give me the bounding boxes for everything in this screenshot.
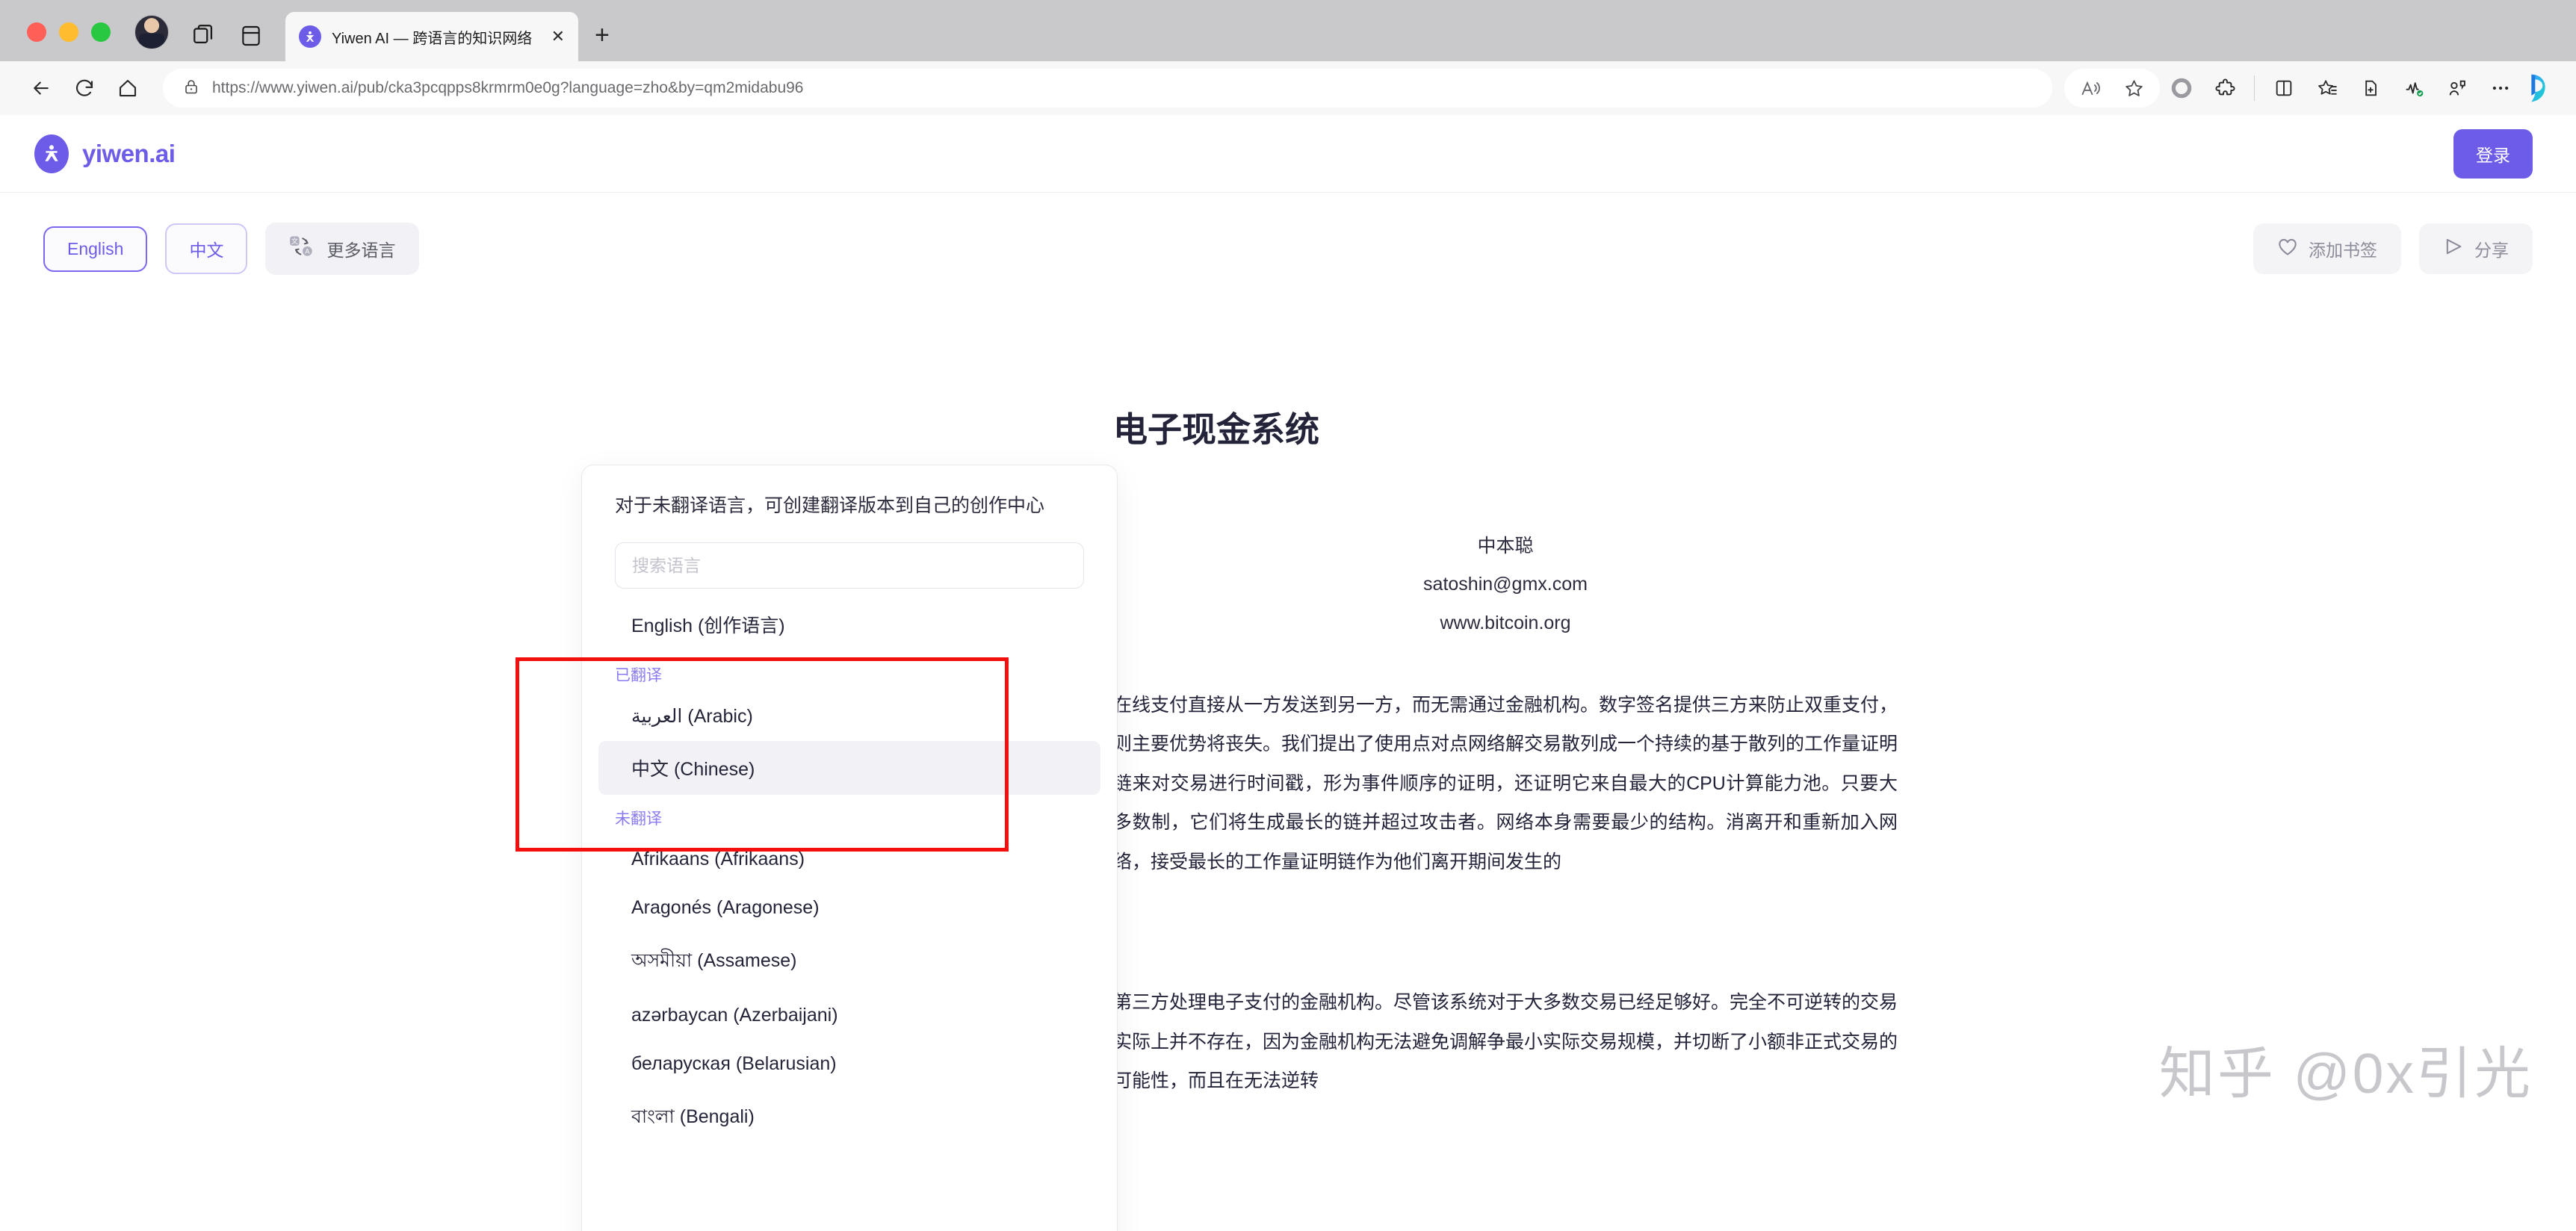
split-screen-icon[interactable]	[239, 24, 263, 48]
share-button[interactable]: 分享	[2419, 223, 2533, 274]
language-search-field[interactable]	[615, 542, 1084, 589]
browser-tab[interactable]: Yiwen AI — 跨语言的知识网络 ✕	[285, 12, 578, 61]
profile-account-icon[interactable]	[2436, 66, 2479, 110]
login-button[interactable]: 登录	[2453, 128, 2533, 179]
tab-strip: Yiwen AI — 跨语言的知识网络 ✕ +	[0, 0, 2576, 61]
extensions-icon[interactable]	[2203, 66, 2247, 110]
page-actions: 添加书签 分享	[2253, 223, 2533, 274]
language-list: English (创作语言) 已翻译 العربية (Arabic) 中文 (…	[582, 598, 1117, 1147]
collections-star-icon[interactable]	[2306, 66, 2349, 110]
bing-copilot-icon[interactable]	[2522, 70, 2558, 106]
close-icon[interactable]: ✕	[551, 28, 565, 45]
svg-text:A: A	[306, 248, 311, 255]
brand-logo[interactable]: yiwen.ai	[34, 134, 176, 173]
home-icon[interactable]	[106, 66, 149, 110]
language-dropdown-panel: 对于未翻译语言，可创建翻译版本到自己的创作中心 English (创作语言) 已…	[581, 465, 1118, 1231]
reload-icon[interactable]	[63, 66, 106, 110]
watermark: 知乎 @0x引光	[2158, 1042, 2533, 1105]
article-website: www.bitcoin.org	[1440, 612, 1571, 633]
back-icon[interactable]	[19, 66, 63, 110]
close-window-button[interactable]	[27, 22, 46, 42]
browser-window: Yiwen AI — 跨语言的知识网络 ✕ + https://www.yiwe…	[0, 0, 2576, 1231]
dropdown-note: 对于未翻译语言，可创建翻译版本到自己的创作中心	[615, 495, 1045, 516]
heart-icon	[2277, 237, 2298, 261]
lock-icon	[182, 78, 200, 99]
site-header: yiwen.ai 登录	[0, 115, 2576, 193]
browser-essentials-icon[interactable]	[2392, 66, 2436, 110]
address-bar[interactable]: https://www.yiwen.ai/pub/cka3pcqpps8krmr…	[163, 69, 2052, 108]
add-bookmark-label: 添加书签	[2309, 241, 2377, 260]
article: 电子现金系统 中本聪 satoshin@gmx.com www.bitcoin.…	[1113, 362, 1898, 1131]
search-input[interactable]	[632, 555, 1067, 576]
more-languages-label: 更多语言	[326, 241, 396, 260]
copilot-ring-icon[interactable]	[2160, 66, 2203, 110]
language-tab-english[interactable]: English	[43, 226, 148, 272]
maximize-window-button[interactable]	[91, 22, 111, 42]
language-item-chinese[interactable]: 中文 (Chinese)	[598, 741, 1100, 796]
favorite-star-icon[interactable]	[2112, 66, 2155, 110]
toolbar-divider	[2254, 75, 2255, 101]
share-label: 分享	[2474, 241, 2509, 260]
article-paragraph: 在线支付直接从一方发送到另一方，而无需通过金融机构。数字签名提供三方来防止双重支…	[1113, 694, 1898, 872]
profile-avatar[interactable]	[134, 15, 169, 49]
address-bar-url: https://www.yiwen.ai/pub/cka3pcqpps8krmr…	[212, 79, 804, 96]
svg-text:文: 文	[291, 237, 298, 245]
article-spacer	[1113, 911, 1898, 983]
page-content: yiwen.ai 登录 English 中文 文 A 更多语言 添加书签 分享 …	[0, 115, 2576, 1231]
group-label-translated: 已翻译	[615, 667, 662, 685]
language-tab-chinese[interactable]: 中文	[165, 223, 248, 274]
yiwen-logo-icon	[34, 134, 69, 173]
tab-groups-icon[interactable]	[191, 22, 217, 48]
group-label-untranslated: 未翻译	[615, 810, 662, 828]
article-email: satoshin@gmx.com	[1423, 574, 1588, 595]
minimize-window-button[interactable]	[59, 22, 78, 42]
article-title: 电子现金系统	[1113, 410, 1319, 449]
language-tabs: English 中文 文 A 更多语言	[43, 223, 420, 275]
add-to-collection-icon[interactable]	[2349, 66, 2392, 110]
article-paragraph: 第三方处理电子支付的金融机构。尽管该系统对于大多数交易已经足够好。完全不可逆转的…	[1113, 992, 1898, 1092]
more-options-icon[interactable]	[2479, 66, 2522, 110]
language-item-azerbaijani[interactable]: azərbaycan (Azerbaijani)	[598, 991, 1100, 1040]
article-author: 中本聪	[1477, 536, 1534, 557]
window-traffic-lights	[27, 22, 111, 61]
more-languages-button[interactable]: 文 A 更多语言	[265, 223, 420, 275]
language-item-afrikaans[interactable]: Afrikaans (Afrikaans)	[598, 835, 1100, 884]
language-item-aragonese[interactable]: Aragonés (Aragonese)	[598, 884, 1100, 932]
language-item-source[interactable]: English (创作语言)	[598, 598, 1100, 651]
language-item-bengali[interactable]: বাংলা (Bengali)	[598, 1088, 1100, 1147]
article-body: 在线支付直接从一方发送到另一方，而无需通过金融机构。数字签名提供三方来防止双重支…	[1113, 686, 1898, 1101]
add-bookmark-button[interactable]: 添加书签	[2253, 223, 2401, 274]
yiwen-favicon	[299, 25, 321, 48]
translate-icon: 文 A	[289, 235, 315, 262]
split-view-icon[interactable]	[2262, 66, 2306, 110]
language-item-arabic[interactable]: العربية (Arabic)	[598, 692, 1100, 741]
tab-title: Yiwen AI — 跨语言的知识网络	[332, 30, 533, 47]
share-icon	[2443, 237, 2464, 261]
language-item-assamese[interactable]: অসমীয়া (Assamese)	[598, 932, 1100, 991]
browser-toolbar: https://www.yiwen.ai/pub/cka3pcqpps8krmr…	[0, 61, 2576, 115]
language-item-belarusian[interactable]: беларуская (Belarusian)	[598, 1040, 1100, 1088]
brand-name: yiwen.ai	[82, 139, 176, 167]
page-controls: English 中文 文 A 更多语言 添加书签 分享	[0, 193, 2576, 275]
new-tab-button[interactable]: +	[595, 22, 610, 48]
toolbar-right-group	[2064, 66, 2558, 110]
article-meta: 中本聪 satoshin@gmx.com www.bitcoin.org	[1113, 527, 1898, 642]
read-aloud-icon[interactable]	[2069, 66, 2112, 110]
